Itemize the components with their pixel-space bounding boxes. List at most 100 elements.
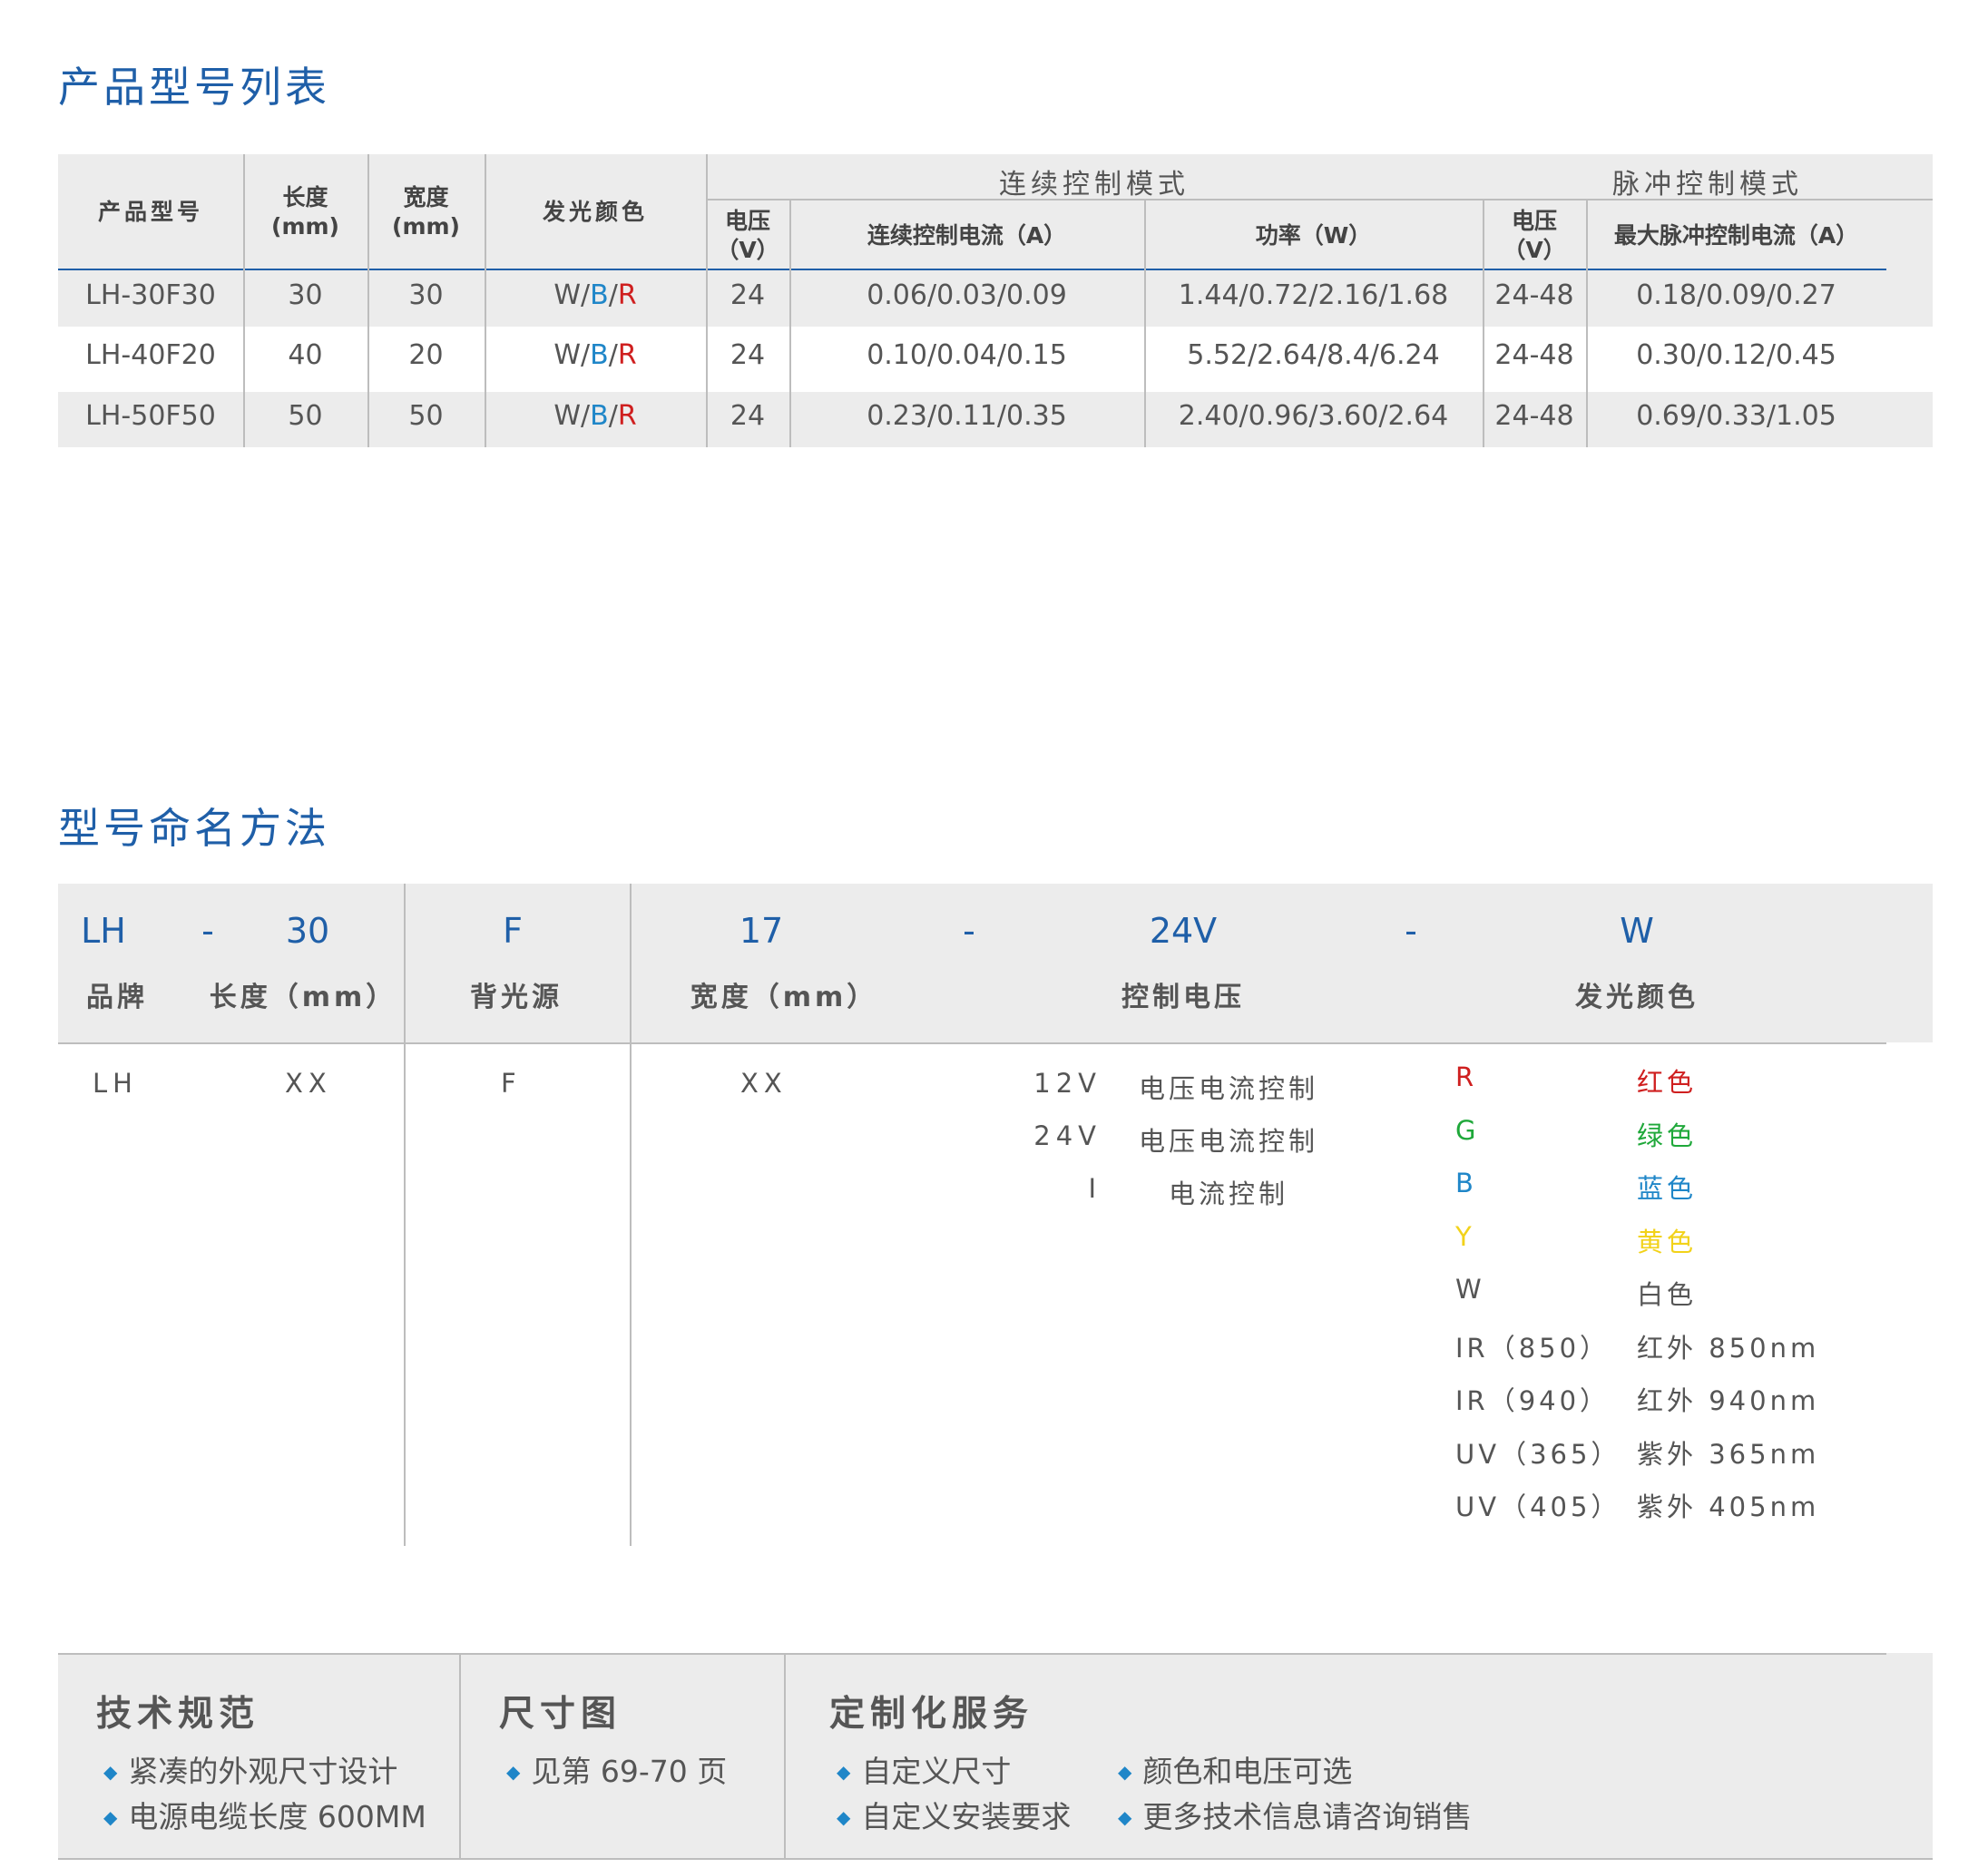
value-length: XX	[285, 1068, 332, 1099]
color-code: R	[617, 279, 637, 311]
code-brand: LH	[81, 911, 126, 951]
naming-table: LH - 30 F 17 - 24V - W 品牌 长度（mm） 背光源 宽度（…	[58, 884, 1933, 1546]
info-box: 技术规范 ◆ 紧凑的外观尺寸设计 ◆ 电源电缆长度 600MM 尺寸图 ◆ 见第 69…	[58, 1653, 1933, 1860]
cell-width: 50	[408, 400, 444, 432]
color-option-desc: 红色	[1637, 1067, 1698, 1098]
cell-voltage: 24	[730, 339, 766, 371]
header-width: 宽度 (mm)	[392, 184, 460, 240]
label-voltage: 控制电压	[1121, 982, 1245, 1013]
cell-power: 5.52/2.64/8.4/6.24	[1187, 339, 1440, 371]
value-brand: LH	[93, 1068, 138, 1099]
color-option-desc: 红外 850nm	[1637, 1332, 1820, 1364]
spec-title: 技术规范	[96, 1694, 260, 1735]
color-option-code: UV（365）	[1455, 1438, 1621, 1470]
code-dash: -	[1405, 911, 1417, 951]
cell-power: 1.44/0.72/2.16/1.68	[1178, 279, 1449, 311]
separator: /	[581, 339, 591, 371]
code-dash: -	[201, 911, 214, 951]
color-option-code: UV（405）	[1455, 1491, 1621, 1522]
voltage-option-desc: 电压电流控制	[1138, 1073, 1318, 1104]
color-code: R	[617, 400, 637, 432]
cell-pulse-current: 0.69/0.33/1.05	[1636, 400, 1836, 432]
bullet-icon: ◆	[1118, 1806, 1132, 1828]
value-backlight: F	[501, 1068, 522, 1099]
color-code: W	[553, 279, 581, 311]
custom-item: ◆ 更多技术信息请咨询销售	[1118, 1799, 1473, 1834]
color-code: B	[590, 400, 609, 432]
label-color: 发光颜色	[1575, 982, 1699, 1013]
section-title-naming: 型号命名方法	[58, 804, 330, 853]
cell-current: 0.23/0.11/0.35	[867, 400, 1067, 432]
header-max-pulse-current: 最大脉冲控制电流（A）	[1613, 222, 1859, 249]
bullet-icon: ◆	[506, 1761, 521, 1783]
header-continuous-mode: 连续控制模式	[999, 169, 1190, 200]
dimension-item: ◆ 见第 69-70 页	[506, 1754, 728, 1789]
cell-pulse-voltage: 24-48	[1494, 339, 1574, 371]
color-code: B	[590, 339, 609, 371]
bullet-icon: ◆	[103, 1806, 118, 1828]
voltage-option-code: I	[1088, 1173, 1102, 1204]
label-width: 宽度（mm）	[690, 982, 878, 1013]
cell-model: LH-40F20	[85, 339, 216, 371]
voltage-option-code: 24V	[1033, 1120, 1102, 1151]
code-dash: -	[963, 911, 975, 951]
color-option-desc: 红外 940nm	[1637, 1385, 1820, 1416]
cell-voltage: 24	[730, 279, 766, 311]
code-width: 17	[739, 911, 784, 951]
cell-length: 30	[288, 279, 323, 311]
model-table: 产品型号 长度 (mm) 宽度 (mm) 发光颜色 连续控制模式 脉冲控制模式 电压…	[58, 154, 1933, 447]
color-code: B	[590, 279, 609, 311]
bullet-icon: ◆	[1118, 1761, 1132, 1783]
color-option-code: Y	[1455, 1220, 1475, 1252]
value-width: XX	[740, 1068, 788, 1099]
header-length: 长度 (mm)	[271, 184, 339, 240]
color-option-desc: 黄色	[1637, 1226, 1698, 1257]
color-code: R	[617, 339, 637, 371]
spec-item: ◆ 电源电缆长度 600MM	[103, 1799, 426, 1834]
color-option-desc: 绿色	[1637, 1120, 1698, 1151]
bullet-icon: ◆	[103, 1761, 118, 1783]
color-option-code: IR（940）	[1455, 1385, 1611, 1416]
cell-current: 0.06/0.03/0.09	[867, 279, 1067, 311]
cell-color: W/B/R	[485, 278, 706, 314]
code-color: W	[1620, 911, 1654, 951]
cell-voltage: 24	[730, 400, 766, 432]
bullet-icon: ◆	[837, 1761, 851, 1783]
color-option-code: R	[1455, 1061, 1478, 1092]
code-length: 30	[285, 911, 330, 951]
custom-item: ◆ 自定义尺寸	[837, 1754, 1012, 1789]
label-brand: 品牌	[86, 982, 148, 1013]
header-continuous-current: 连续控制电流（A）	[867, 222, 1067, 249]
header-pulse-voltage: 电压 （V）	[1503, 208, 1566, 263]
custom-item: ◆ 自定义安装要求	[837, 1799, 1072, 1834]
spec-item: ◆ 紧凑的外观尺寸设计	[103, 1754, 398, 1789]
cell-model: LH-30F30	[85, 279, 216, 311]
color-option-desc: 蓝色	[1637, 1173, 1698, 1204]
color-code: W	[553, 400, 581, 432]
cell-width: 20	[408, 339, 444, 371]
separator: /	[608, 339, 618, 371]
cell-current: 0.10/0.04/0.15	[867, 339, 1067, 371]
cell-model: LH-50F50	[85, 400, 216, 432]
header-pulse-mode: 脉冲控制模式	[1612, 169, 1803, 200]
label-length: 长度（mm）	[209, 982, 397, 1013]
cell-length: 40	[288, 339, 323, 371]
dimension-title: 尺寸图	[499, 1694, 622, 1735]
color-option-desc: 白色	[1637, 1279, 1698, 1310]
cell-pulse-voltage: 24-48	[1494, 400, 1574, 432]
cell-power: 2.40/0.96/3.60/2.64	[1178, 400, 1449, 432]
cell-pulse-voltage: 24-48	[1494, 279, 1574, 311]
color-option-desc: 紫外 365nm	[1637, 1438, 1820, 1470]
custom-title: 定制化服务	[829, 1694, 1034, 1735]
code-backlight: F	[503, 911, 523, 951]
color-option-code: B	[1455, 1168, 1477, 1198]
header-voltage: 电压 （V）	[716, 208, 779, 263]
cell-color: W/B/R	[485, 398, 706, 435]
cell-color: W/B/R	[485, 337, 706, 374]
cell-length: 50	[288, 400, 323, 432]
section-title-model-list: 产品型号列表	[58, 63, 330, 112]
color-option-code: W	[1455, 1274, 1485, 1305]
color-option-code: IR（850）	[1455, 1332, 1611, 1364]
bullet-icon: ◆	[837, 1806, 851, 1828]
separator: /	[608, 400, 618, 432]
